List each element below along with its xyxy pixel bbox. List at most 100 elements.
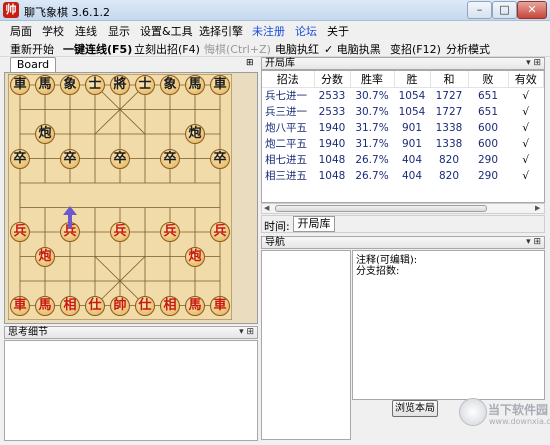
minimize-button[interactable]: – [467, 1, 492, 19]
cell: 600 [477, 121, 499, 134]
tab-opening-book[interactable]: 开局库 [293, 216, 335, 232]
cell: 2533 [318, 89, 346, 102]
col-loss[interactable]: 败 [468, 71, 509, 88]
black-piece[interactable]: 卒 [60, 148, 80, 169]
black-piece[interactable]: 卒 [210, 148, 230, 169]
move-list[interactable] [261, 250, 351, 440]
table-row[interactable]: 相三进五 1048 26.7% 404 820 290 √ [262, 168, 544, 184]
menu-connect[interactable]: 连线 [75, 23, 97, 39]
black-piece[interactable]: 馬 [185, 75, 205, 95]
black-piece[interactable]: 象 [60, 75, 80, 95]
col-win[interactable]: 胜 [394, 71, 431, 88]
navigation-title: 导航 [265, 237, 285, 248]
red-piece[interactable]: 仕 [135, 295, 155, 316]
think-details-body [4, 340, 258, 441]
red-piece[interactable]: 炮 [35, 246, 55, 267]
red-piece[interactable]: 仕 [85, 295, 105, 316]
cell: 1048 [318, 169, 346, 182]
cell: 1727 [435, 89, 463, 102]
menu-position[interactable]: 局面 [10, 23, 32, 39]
red-piece[interactable]: 兵 [110, 222, 130, 242]
table-row[interactable]: 兵七进一 2533 30.7% 1054 1727 651 √ [262, 88, 544, 104]
menu-forum[interactable]: 论坛 [295, 23, 317, 39]
black-piece[interactable]: 士 [85, 75, 105, 95]
black-piece[interactable]: 車 [210, 75, 230, 95]
navigation-header: 导航 ▾ ⊞ [261, 236, 545, 249]
menu-school[interactable]: 学校 [42, 23, 64, 39]
restart-button[interactable]: 重新开始 [10, 41, 54, 57]
cell: 651 [477, 89, 499, 102]
col-draw[interactable]: 和 [430, 71, 469, 88]
menu-display[interactable]: 显示 [108, 23, 130, 39]
red-piece[interactable]: 炮 [185, 246, 205, 267]
red-piece[interactable]: 車 [10, 295, 30, 316]
black-piece[interactable]: 炮 [185, 124, 205, 144]
computer-plays-black-toggle[interactable]: ✓ 电脑执黑 [324, 41, 381, 57]
cell: √ [522, 121, 530, 134]
opening-book-table: 招法 分数 胜率 胜 和 败 有效 兵七进一 2533 30.7% 1054 1… [261, 70, 545, 203]
black-piece[interactable]: 炮 [35, 124, 55, 144]
scroll-left-icon[interactable]: ◀ [264, 204, 269, 212]
black-piece[interactable]: 士 [135, 75, 155, 95]
menu-select-engine[interactable]: 选择引擎 [199, 23, 243, 39]
cell: 兵三进一 [265, 106, 307, 118]
one-click-connect-button[interactable]: 一键连线(F5) [63, 41, 132, 57]
col-valid[interactable]: 有效 [508, 71, 544, 88]
cell: 901 [401, 137, 423, 150]
cell: 1727 [435, 105, 463, 118]
col-winrate[interactable]: 胜率 [350, 71, 395, 88]
close-button[interactable]: ✕ [517, 1, 547, 19]
watermark-url: www.downxia.com [489, 417, 550, 426]
red-piece[interactable]: 兵 [160, 222, 180, 242]
cell: 1048 [318, 153, 346, 166]
table-row[interactable]: 炮八平五 1940 31.7% 901 1338 600 √ [262, 120, 544, 136]
red-piece[interactable]: 相 [60, 295, 80, 316]
cell: 901 [401, 121, 423, 134]
panel-controls-icon[interactable]: ▾ ⊞ [526, 237, 541, 248]
xiangqi-board[interactable] [8, 74, 232, 320]
col-score[interactable]: 分数 [314, 71, 351, 88]
cell: 1940 [318, 121, 346, 134]
black-piece[interactable]: 象 [160, 75, 180, 95]
cell: √ [522, 137, 530, 150]
scroll-right-icon[interactable]: ▶ [535, 204, 540, 212]
red-piece[interactable]: 馬 [35, 295, 55, 316]
red-piece[interactable]: 兵 [10, 222, 30, 242]
cell: 炮二平五 [265, 138, 307, 150]
black-piece[interactable]: 將 [110, 75, 130, 95]
table-row[interactable]: 相七进五 1048 26.7% 404 820 290 √ [262, 152, 544, 168]
maximize-button[interactable]: □ [492, 1, 517, 19]
move-now-button[interactable]: 立刻出招(F4) [134, 41, 200, 57]
board-pin-icon[interactable]: ⊞ [246, 58, 254, 68]
computer-plays-red-toggle[interactable]: 电脑执红 [275, 41, 319, 57]
red-piece[interactable]: 相 [160, 295, 180, 316]
cell: 1338 [435, 121, 463, 134]
black-piece[interactable]: 卒 [160, 148, 180, 169]
analysis-mode-button[interactable]: 分析模式 [446, 41, 490, 57]
board-tab[interactable]: Board [10, 57, 56, 72]
menu-about[interactable]: 关于 [327, 23, 349, 39]
menu-unregistered[interactable]: 未注册 [252, 23, 285, 39]
red-piece[interactable]: 馬 [185, 295, 205, 316]
red-piece[interactable]: 兵 [210, 222, 230, 242]
browse-game-button[interactable]: 浏览本局 [392, 400, 438, 417]
cell: 600 [477, 137, 499, 150]
black-piece[interactable]: 車 [10, 75, 30, 95]
scrollbar-thumb[interactable] [275, 205, 487, 212]
cell: √ [522, 169, 530, 182]
red-piece[interactable]: 帥 [110, 295, 130, 316]
black-piece[interactable]: 卒 [110, 148, 130, 169]
red-piece[interactable]: 車 [210, 295, 230, 316]
table-row[interactable]: 兵三进一 2533 30.7% 1054 1727 651 √ [262, 104, 544, 120]
menu-settings-tools[interactable]: 设置&工具 [140, 23, 193, 39]
col-move[interactable]: 招法 [262, 71, 315, 88]
panel-controls-icon[interactable]: ▾ ⊞ [526, 58, 541, 69]
undo-button[interactable]: 悔棋(Ctrl+Z) [204, 41, 271, 57]
panel-controls-icon[interactable]: ▾ ⊞ [239, 327, 254, 338]
variation-button[interactable]: 变招(F12) [390, 41, 441, 57]
think-details-title: 思考细节 [8, 327, 48, 338]
table-row[interactable]: 炮二平五 1940 31.7% 901 1338 600 √ [262, 136, 544, 152]
black-piece[interactable]: 卒 [10, 148, 30, 169]
black-piece[interactable]: 馬 [35, 75, 55, 95]
watermark-logo [459, 398, 487, 426]
